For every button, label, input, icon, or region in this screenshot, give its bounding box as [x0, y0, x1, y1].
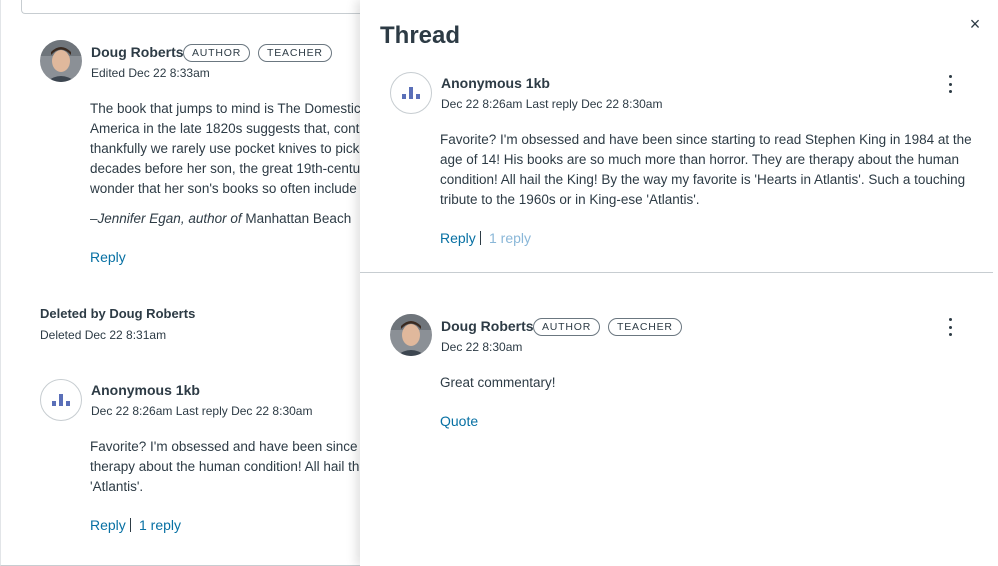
thread-entry-author[interactable]: Doug Roberts [441, 318, 534, 334]
anonymous-icon [402, 87, 420, 99]
doug-roberts-avatar [390, 314, 432, 356]
post-author-name[interactable]: Doug Roberts [91, 44, 184, 60]
deleted-entry-title: Deleted by Doug Roberts [40, 306, 196, 321]
post-body-line: wonder that her son's books so often inc… [90, 181, 362, 196]
reply-button[interactable]: Reply [440, 230, 476, 246]
post-timestamp: Edited Dec 22 8:33am [91, 66, 210, 80]
thread-entry-author[interactable]: Anonymous 1kb [441, 75, 550, 91]
anonymous-avatar [390, 72, 432, 114]
doug-roberts-avatar [40, 40, 82, 82]
post-body-line: Favorite? I'm obsessed and have been sin… [90, 439, 362, 454]
quote-book-title: Manhattan Beach [245, 211, 352, 226]
post-body-line: thankfully we rarely use pocket knives t… [90, 141, 362, 156]
link-separator [480, 231, 481, 245]
thread-entry-timestamp: Dec 22 8:26am Last reply Dec 22 8:30am [441, 97, 663, 111]
thread-entry-body-line: condition! All hail the King! By the way… [440, 172, 966, 187]
post-quote-attribution: –Jennifer Egan, author of Manhattan Beac… [90, 209, 362, 229]
more-options-icon[interactable] [946, 318, 954, 336]
thread-entry-body-line: Favorite? I'm obsessed and have been sin… [440, 132, 972, 147]
tray-title: Thread [380, 22, 461, 49]
post-body-line: therapy about the human condition! All h… [90, 459, 362, 474]
post-body-line: America in the late 1820s suggests that,… [90, 121, 362, 136]
view-replies-link[interactable]: 1 reply [489, 230, 531, 246]
anonymous-icon [52, 394, 70, 406]
reply-button[interactable]: Reply [90, 517, 126, 533]
thread-entry-timestamp: Dec 22 8:30am [441, 340, 523, 354]
post-body-line: 'Atlantis'. [90, 479, 144, 494]
more-options-icon[interactable] [946, 75, 954, 93]
deleted-entry-timestamp: Deleted Dec 22 8:31am [40, 328, 167, 342]
thread-entry-body: Great commentary! [440, 375, 556, 390]
anonymous-avatar [40, 379, 82, 421]
author-badge: AUTHOR [533, 318, 601, 336]
post-timestamp: Dec 22 8:26am Last reply Dec 22 8:30am [91, 404, 313, 418]
author-badge: AUTHOR [183, 44, 251, 62]
thread-entry-body-line: age of 14! His books are so much more th… [440, 152, 960, 167]
reply-button[interactable]: Reply [90, 249, 126, 265]
thread-tray: Thread × Anonymous 1kb Dec 22 8:26am Las… [360, 0, 998, 566]
link-separator [130, 518, 131, 532]
quote-button[interactable]: Quote [440, 413, 478, 429]
thread-entry-body-line: tribute to the 1960s or in King-ese 'Atl… [440, 192, 700, 207]
post-author-name[interactable]: Anonymous 1kb [91, 382, 200, 398]
teacher-badge: TEACHER [258, 44, 332, 62]
person-photo-icon [40, 40, 82, 82]
close-icon[interactable]: × [967, 15, 983, 33]
post-body-line: decades before her son, the great 19th-c… [90, 161, 362, 176]
previous-entry-edge [21, 0, 366, 14]
post-body-line: The book that jumps to mind is The Domes… [90, 101, 362, 116]
quote-prefix: –Jennifer Egan, author of [90, 211, 242, 226]
person-photo-icon [390, 314, 432, 356]
view-replies-link[interactable]: 1 reply [139, 517, 181, 533]
teacher-badge: TEACHER [608, 318, 682, 336]
thread-divider [360, 272, 993, 273]
